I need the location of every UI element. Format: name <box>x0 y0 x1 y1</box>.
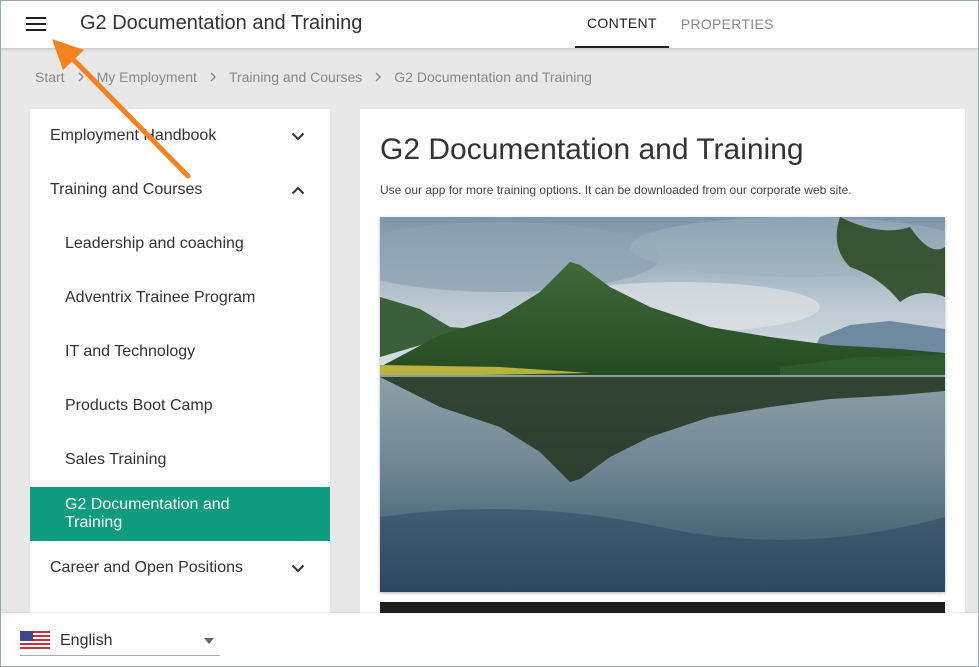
app-header: G2 Documentation and Training CONTENT PR… <box>0 0 979 48</box>
chevron-right-icon <box>374 72 382 82</box>
view-tabs: CONTENT PROPERTIES <box>575 0 786 48</box>
sidebar-item-it-and-technology[interactable]: IT and Technology <box>30 325 330 379</box>
hamburger-menu-icon <box>26 17 46 31</box>
sidebar-item-employment-handbook[interactable]: Employment Handbook <box>30 109 330 163</box>
chevron-right-icon <box>77 72 85 82</box>
breadcrumb-current-page: G2 Documentation and Training <box>394 69 592 85</box>
breadcrumb: Start My Employment Training and Courses… <box>35 69 592 85</box>
intro-paragraph: Use our app for more training options. I… <box>380 183 852 197</box>
hamburger-menu-button[interactable] <box>18 10 54 38</box>
us-flag-icon <box>20 631 50 651</box>
sidebar-item-label: G2 Documentation and Training <box>65 496 230 531</box>
chevron-right-icon <box>209 72 217 82</box>
sidebar-item-label: Employment Handbook <box>50 127 217 144</box>
breadcrumb-my-employment[interactable]: My Employment <box>97 69 197 85</box>
tab-content[interactable]: CONTENT <box>575 0 669 48</box>
caret-down-icon <box>204 638 214 644</box>
hero-image-lake-mountain <box>380 217 945 592</box>
tab-properties[interactable]: PROPERTIES <box>669 0 786 48</box>
chevron-down-icon[interactable] <box>286 124 310 148</box>
sidebar-item-label: Career and Open Positions <box>50 559 243 576</box>
main-content: G2 Documentation and Training Use our ap… <box>360 109 965 629</box>
sidebar-item-g2-documentation-and-training[interactable]: G2 Documentation and Training <box>30 487 330 541</box>
sidebar-item-training-and-courses[interactable]: Training and Courses <box>30 163 330 217</box>
app-title: G2 Documentation and Training <box>80 12 363 34</box>
sidebar-item-label: Training and Courses <box>50 181 203 198</box>
language-bar: English <box>0 613 979 667</box>
breadcrumb-start[interactable]: Start <box>35 69 65 85</box>
sidebar-item-leadership-and-coaching[interactable]: Leadership and coaching <box>30 217 330 271</box>
sidebar-item-label: Adventrix Trainee Program <box>65 289 256 306</box>
sidebar-item-label: Sales Training <box>65 451 167 468</box>
chevron-down-icon[interactable] <box>286 556 310 580</box>
sidebar-item-sales-training[interactable]: Sales Training <box>30 433 330 487</box>
chevron-up-icon[interactable] <box>286 178 310 202</box>
breadcrumb-training-and-courses[interactable]: Training and Courses <box>229 69 362 85</box>
language-select[interactable]: English <box>20 627 220 656</box>
sidebar-item-adventrix-trainee-program[interactable]: Adventrix Trainee Program <box>30 271 330 325</box>
sidebar-item-label: IT and Technology <box>65 343 196 360</box>
sidebar-nav: Employment Handbook Training and Courses… <box>30 109 330 629</box>
sidebar-item-label: Products Boot Camp <box>65 397 213 414</box>
page-title: G2 Documentation and Training <box>380 133 804 166</box>
sidebar-item-label: Leadership and coaching <box>65 235 244 252</box>
sidebar-item-products-boot-camp[interactable]: Products Boot Camp <box>30 379 330 433</box>
sidebar-item-career-and-open-positions[interactable]: Career and Open Positions <box>30 541 330 595</box>
language-select-value: English <box>60 632 113 649</box>
